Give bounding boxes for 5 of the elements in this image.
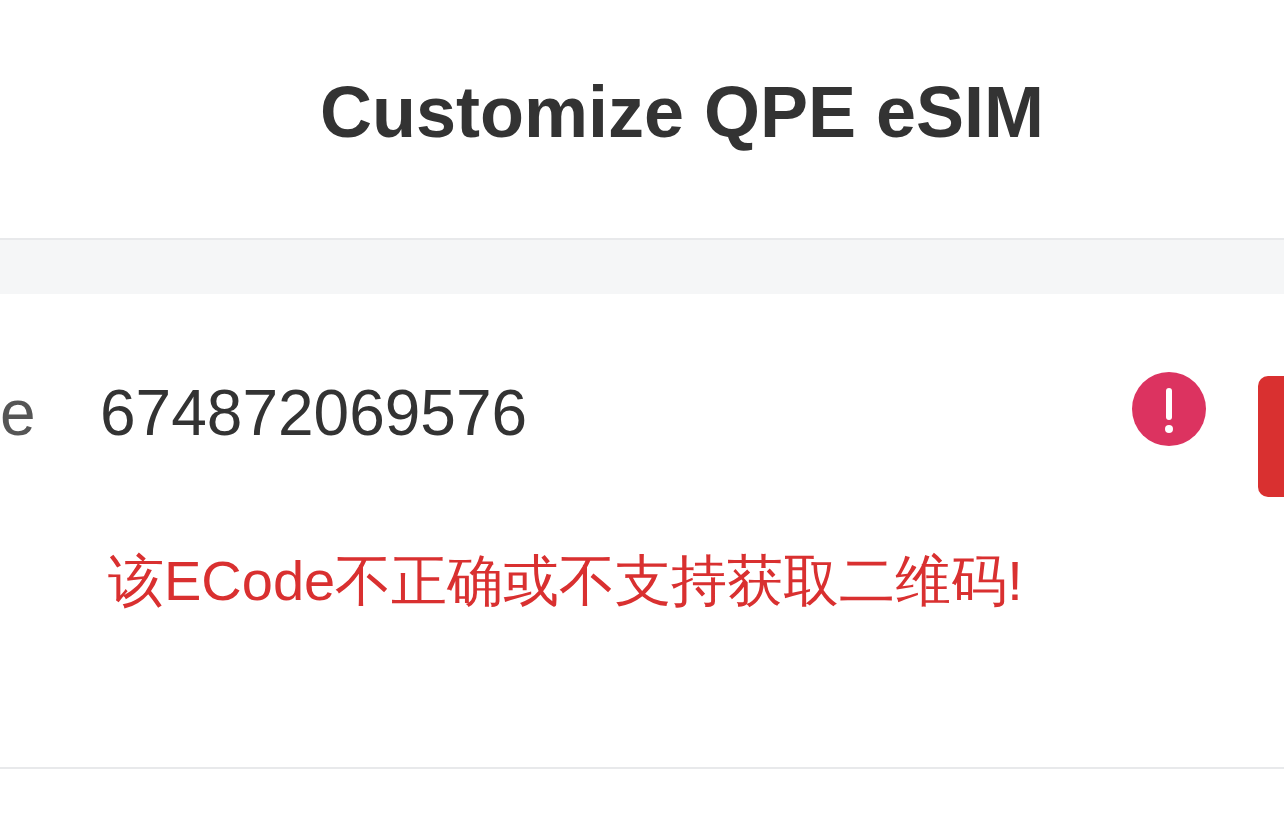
page-title: Customize QPE eSIM bbox=[319, 71, 1045, 154]
side-button[interactable] bbox=[1258, 376, 1284, 497]
ecode-field[interactable]: 674872069576 bbox=[100, 364, 1100, 469]
error-message: 该ECode不正确或不支持获取二维码! bbox=[108, 549, 1023, 612]
field-label: e bbox=[0, 375, 37, 451]
